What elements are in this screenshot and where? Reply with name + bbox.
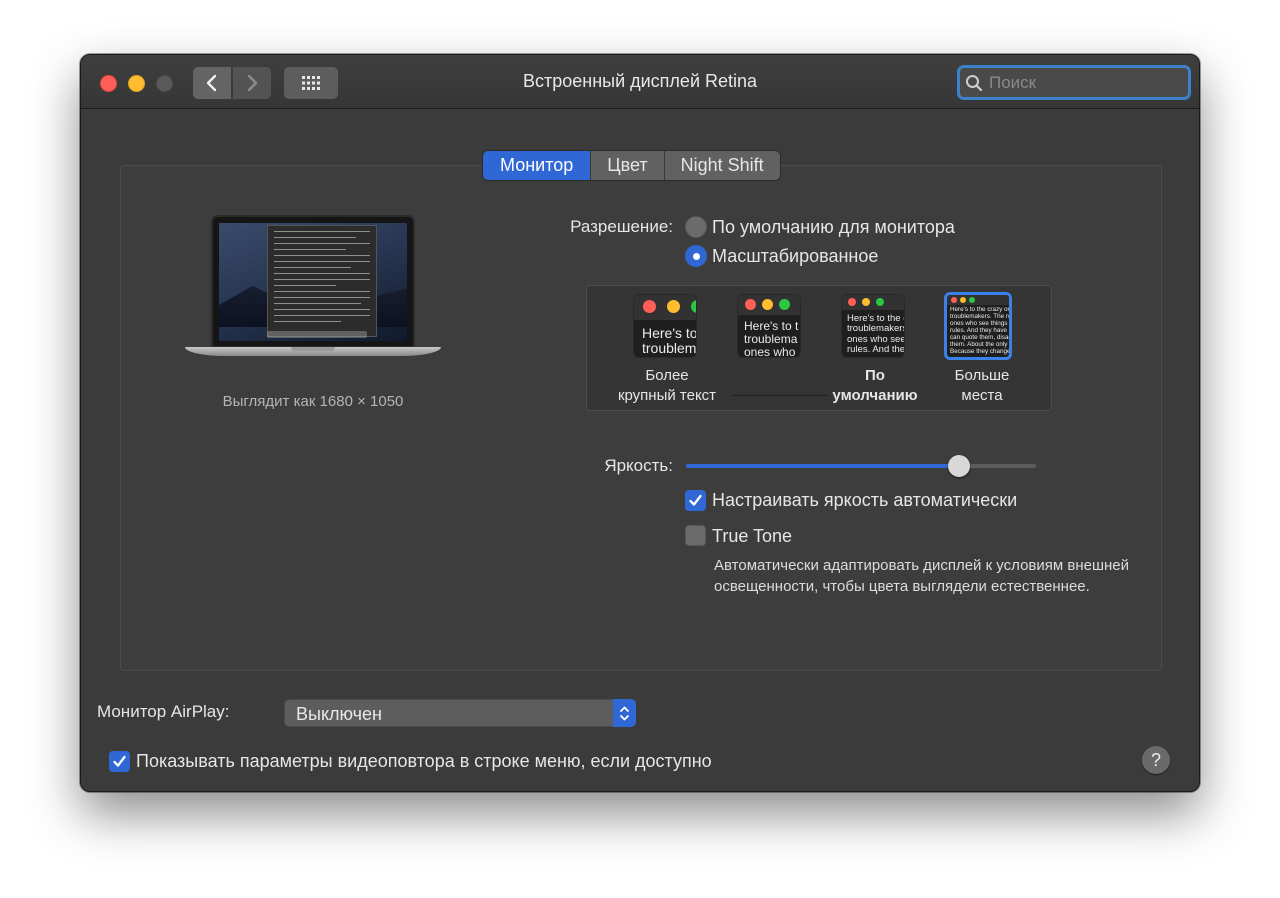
- laptop-lid: [211, 215, 415, 348]
- scale-option-2[interactable]: Here's to t troublema ones who: [737, 294, 801, 358]
- scale-option-larger-text[interactable]: Here's to troublem: [633, 294, 697, 358]
- titlebar: Встроенный дисплей Retina Поиск: [81, 55, 1199, 109]
- checkmark-icon: [113, 755, 126, 767]
- radio-scaled-resolution[interactable]: [685, 245, 707, 267]
- true-tone-label: True Tone: [712, 526, 793, 546]
- scale-option-default[interactable]: Here's to the cr troublemakers. ones who…: [841, 294, 905, 358]
- search-placeholder: Поиск: [989, 72, 1037, 92]
- checkmark-icon: [689, 494, 702, 506]
- radio-default-resolution[interactable]: [685, 216, 707, 238]
- search-field[interactable]: Поиск: [957, 65, 1191, 100]
- resolution-label: Разрешение:: [570, 217, 673, 236]
- scale-caption-default: По умолчанию: [832, 367, 918, 404]
- laptop-base: [185, 347, 441, 356]
- tab-night-shift[interactable]: Night Shift: [664, 151, 780, 180]
- brightness-label: Яркость:: [604, 456, 673, 475]
- auto-brightness-checkbox[interactable]: [685, 490, 706, 511]
- laptop-screen: [219, 223, 407, 341]
- airplay-select-value: Выключен: [296, 704, 382, 724]
- mirroring-menu-checkbox[interactable]: [109, 751, 130, 772]
- scale-caption-divider: [733, 395, 827, 396]
- true-tone-checkbox[interactable]: [685, 525, 706, 546]
- tab-monitor[interactable]: Монитор: [483, 151, 592, 180]
- updown-arrows-icon: [613, 699, 636, 727]
- default-resolution-label: По умолчанию для монитора: [712, 217, 955, 237]
- search-icon: [966, 74, 983, 91]
- true-tone-description: Автоматически адаптировать дисплей к усл…: [714, 557, 1129, 595]
- scale-option-more-space[interactable]: Here's to the crazy one troublemakers. T…: [944, 292, 1012, 360]
- looks-like-label: Выглядит как 1680 × 1050: [222, 393, 404, 410]
- tab-bar: Монитор Цвет Night Shift: [483, 151, 780, 180]
- tab-color[interactable]: Цвет: [591, 151, 665, 180]
- brightness-slider-fill: [686, 464, 959, 468]
- scaled-resolution-picker: Here's to troublem Here's to t troublema…: [586, 285, 1052, 411]
- brightness-slider-knob[interactable]: [948, 455, 970, 477]
- mirroring-menu-label: Показывать параметры видеоповтора в стро…: [136, 751, 712, 771]
- scale-caption-larger: Более крупный текст: [617, 367, 717, 404]
- preferences-window: Встроенный дисплей Retina Поиск Монитор …: [80, 54, 1200, 792]
- airplay-select[interactable]: Выключен: [284, 699, 636, 727]
- auto-brightness-label: Настраивать яркость автоматически: [712, 490, 1018, 510]
- help-icon[interactable]: ?: [1142, 746, 1170, 774]
- airplay-label: Монитор AirPlay:: [97, 702, 230, 721]
- brightness-slider[interactable]: [686, 455, 1036, 477]
- scale-caption-more-space: Больше места: [954, 367, 1010, 404]
- scaled-resolution-label: Масштабированное: [712, 246, 879, 266]
